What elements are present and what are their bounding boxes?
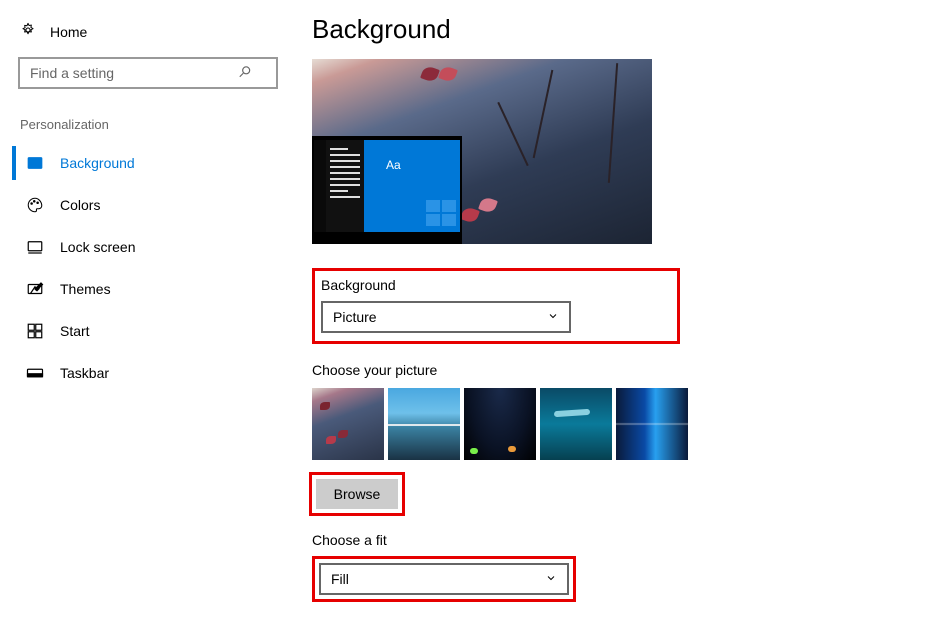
category-label: Personalization [12,109,268,142]
background-type-select[interactable]: Picture [321,301,571,333]
picture-icon [26,154,44,172]
nav-item-taskbar[interactable]: Taskbar [12,352,268,394]
search-input[interactable] [18,57,278,89]
chevron-down-icon [547,309,559,325]
palette-icon [26,196,44,214]
choose-fit-value: Fill [331,571,349,587]
decorative [478,196,498,215]
desktop-preview: Aa [312,59,652,244]
nav-label: Lock screen [60,239,135,255]
nav-item-themes[interactable]: Themes [12,268,268,310]
nav-item-background[interactable]: Background [12,142,268,184]
background-type-value: Picture [333,309,377,325]
picture-thumb-3[interactable] [464,388,536,460]
lock-screen-icon [26,238,44,256]
choose-fit-select[interactable]: Fill [319,563,569,595]
picture-thumb-2[interactable] [388,388,460,460]
nav-label: Background [60,155,135,171]
choose-picture-label: Choose your picture [312,362,921,378]
search-wrap [18,57,262,89]
nav-item-lock-screen[interactable]: Lock screen [12,226,268,268]
picture-thumb-1[interactable] [312,388,384,460]
decorative [497,102,528,166]
page-title: Background [312,14,921,45]
sidebar: Home Personalization Background Colors L… [0,8,280,621]
background-type-group: Background Picture [312,268,680,344]
nav-label: Taskbar [60,365,109,381]
nav-label: Colors [60,197,100,213]
browse-highlight: Browse [309,472,405,516]
preview-start-overlay: Aa [312,136,462,244]
main-panel: Background Aa Background Pictur [280,8,941,621]
taskbar-icon [26,364,44,382]
decorative [460,206,480,225]
decorative [420,65,440,84]
choose-fit-group: Choose a fit Fill [312,532,921,602]
decorative [608,63,618,183]
picture-thumbnails [312,388,921,460]
themes-icon [26,280,44,298]
nav-label: Themes [60,281,111,297]
nav-label: Start [60,323,90,339]
home-link[interactable]: Home [12,16,268,47]
nav-item-colors[interactable]: Colors [12,184,268,226]
picture-thumb-4[interactable] [540,388,612,460]
decorative [438,65,458,84]
browse-button[interactable]: Browse [316,479,398,509]
picture-thumb-5[interactable] [616,388,688,460]
fit-highlight: Fill [312,556,576,602]
background-type-label: Background [321,277,667,293]
decorative [533,70,554,158]
home-label: Home [50,24,87,40]
nav-item-start[interactable]: Start [12,310,268,352]
accent-sample: Aa [386,158,401,172]
chevron-down-icon [545,571,557,587]
gear-icon [20,22,50,41]
start-icon [26,322,44,340]
choose-fit-label: Choose a fit [312,532,921,548]
